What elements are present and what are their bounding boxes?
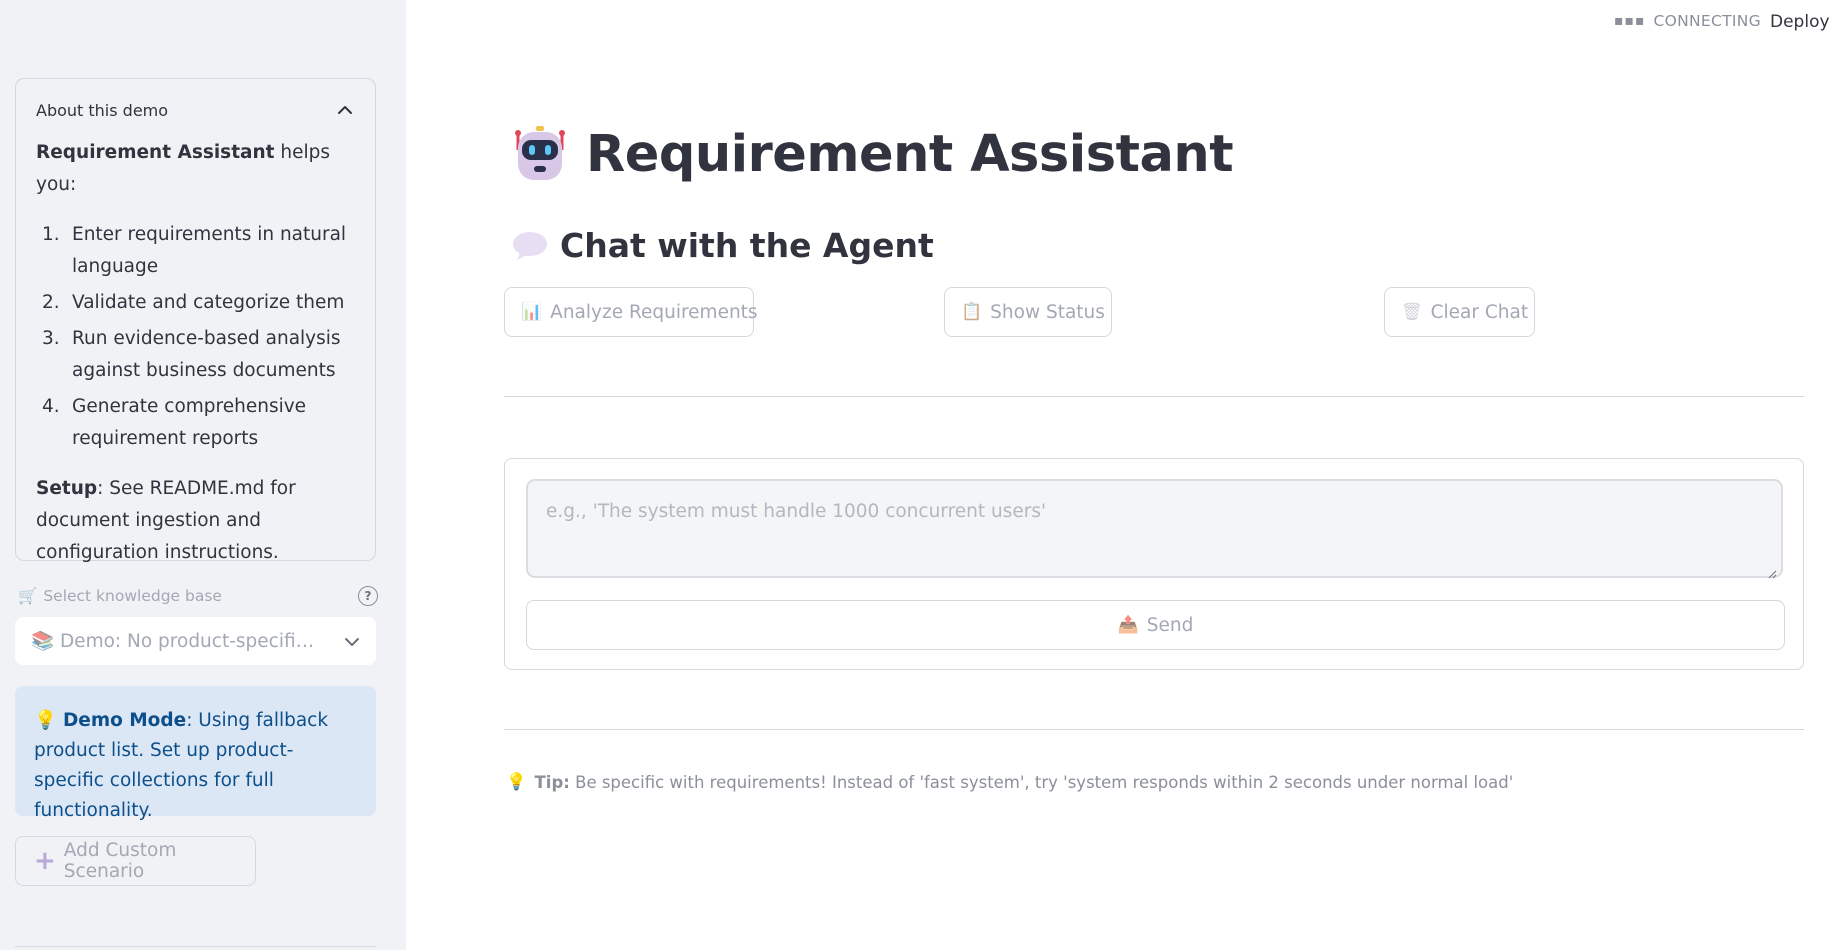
clear-chat-label: Clear Chat [1430, 301, 1529, 323]
list-item-text: Run evidence-based analysis against busi… [72, 328, 341, 381]
clear-chat-button[interactable]: 🗑 Clear Chat [1384, 287, 1535, 337]
resize-handle-icon[interactable] [1768, 563, 1777, 579]
trash-icon: 🗑 [1401, 302, 1423, 322]
tip-bold: Tip: [534, 772, 570, 792]
list-item-number: 4. [42, 396, 60, 417]
bar-chart-icon: 📊 [521, 302, 543, 322]
chat-form: e.g., 'The system must handle 1000 concu… [504, 458, 1804, 670]
send-button[interactable]: 📤 Send [526, 600, 1785, 650]
about-expander: About this demo Requirement Assistant he… [15, 78, 376, 563]
divider [504, 396, 1804, 397]
add-custom-scenario-button[interactable]: + Add Custom Scenario [15, 836, 256, 886]
knowledge-base-selected: 📚 Demo: No product-specific collections [31, 630, 321, 652]
lightbulb-icon: 💡 [34, 710, 58, 731]
ellipsis-icon: ▪▪▪ [1614, 13, 1646, 29]
help-icon[interactable]: ? [358, 586, 378, 606]
list-item-text: Enter requirements in natural language [72, 224, 347, 277]
books-icon: 📚 [31, 631, 55, 652]
knowledge-base-select[interactable]: 📚 Demo: No product-specific collections [15, 617, 376, 665]
about-list: 1. Enter requirements in natural languag… [36, 219, 366, 455]
clipboard-icon: 📋 [961, 302, 983, 322]
info-bold: Demo Mode [62, 710, 187, 731]
list-item-number: 1. [42, 224, 60, 245]
about-intro-bold: Requirement Assistant [36, 142, 275, 163]
about-expander-header[interactable]: About this demo [36, 98, 357, 122]
knowledge-base-selected-text: Demo: No product-specific collections [59, 631, 321, 652]
app-root: About this demo Requirement Assistant he… [0, 0, 1835, 950]
cart-icon: 🛒 [18, 587, 38, 605]
chevron-up-icon[interactable] [333, 98, 357, 122]
knowledge-base-label-text: Select knowledge base [43, 587, 222, 605]
list-item: 2. Validate and categorize them [36, 287, 366, 319]
plus-icon: + [34, 846, 56, 876]
speech-bubble-icon [512, 231, 548, 261]
list-item: 4. Generate comprehensive requirement re… [36, 391, 366, 455]
connection-status: ▪▪▪ CONNECTING [1614, 12, 1761, 30]
send-label: Send [1146, 614, 1194, 636]
divider [504, 729, 1804, 730]
lightbulb-icon: 💡 [506, 772, 527, 791]
outbox-icon: 📤 [1117, 615, 1139, 635]
analyze-requirements-label: Analyze Requirements [550, 301, 758, 323]
tip-caption: 💡 Tip: Be specific with requirements! In… [506, 772, 1513, 792]
list-item: 3. Run evidence-based analysis against b… [36, 323, 366, 387]
requirement-input[interactable]: e.g., 'The system must handle 1000 concu… [526, 479, 1783, 579]
chat-subtitle-row: Chat with the Agent [512, 226, 934, 265]
show-status-button[interactable]: 📋 Show Status [944, 287, 1112, 337]
requirement-input-placeholder: e.g., 'The system must handle 1000 concu… [546, 501, 1047, 522]
sidebar-divider [15, 946, 376, 947]
sidebar: About this demo Requirement Assistant he… [0, 0, 406, 950]
deploy-button[interactable]: Deploy [1770, 12, 1830, 32]
robot-icon [512, 124, 568, 184]
demo-mode-info: 💡 Demo Mode: Using fallback product list… [15, 686, 376, 821]
page-title-row: Requirement Assistant [512, 124, 1234, 184]
about-body: Requirement Assistant helps you: 1. Ente… [36, 137, 366, 569]
connection-status-text: CONNECTING [1653, 12, 1761, 30]
about-intro: Requirement Assistant helps you: [36, 137, 366, 201]
list-item: 1. Enter requirements in natural languag… [36, 219, 366, 283]
chevron-down-icon[interactable] [344, 632, 360, 651]
list-item-text: Generate comprehensive requirement repor… [72, 396, 307, 449]
setup-bold: Setup [36, 478, 98, 499]
knowledge-base-label: 🛒 Select knowledge base [18, 587, 222, 605]
about-setup: Setup: See README.md for document ingest… [36, 473, 366, 569]
tip-text-wrap: Tip: Be specific with requirements! Inst… [535, 773, 1514, 792]
analyze-requirements-button[interactable]: 📊 Analyze Requirements [504, 287, 758, 337]
knowledge-base-label-row: 🛒 Select knowledge base ? [18, 585, 378, 607]
list-item-text: Validate and categorize them [72, 292, 345, 313]
about-title: About this demo [36, 100, 169, 120]
page-title: Requirement Assistant [586, 124, 1234, 184]
list-item-number: 2. [42, 292, 60, 313]
add-custom-scenario-label: Add Custom Scenario [63, 840, 177, 882]
tip-text: Be specific with requirements! Instead o… [575, 772, 1514, 792]
show-status-label: Show Status [990, 301, 1105, 323]
chat-subtitle: Chat with the Agent [560, 226, 934, 265]
list-item-number: 3. [42, 328, 60, 349]
